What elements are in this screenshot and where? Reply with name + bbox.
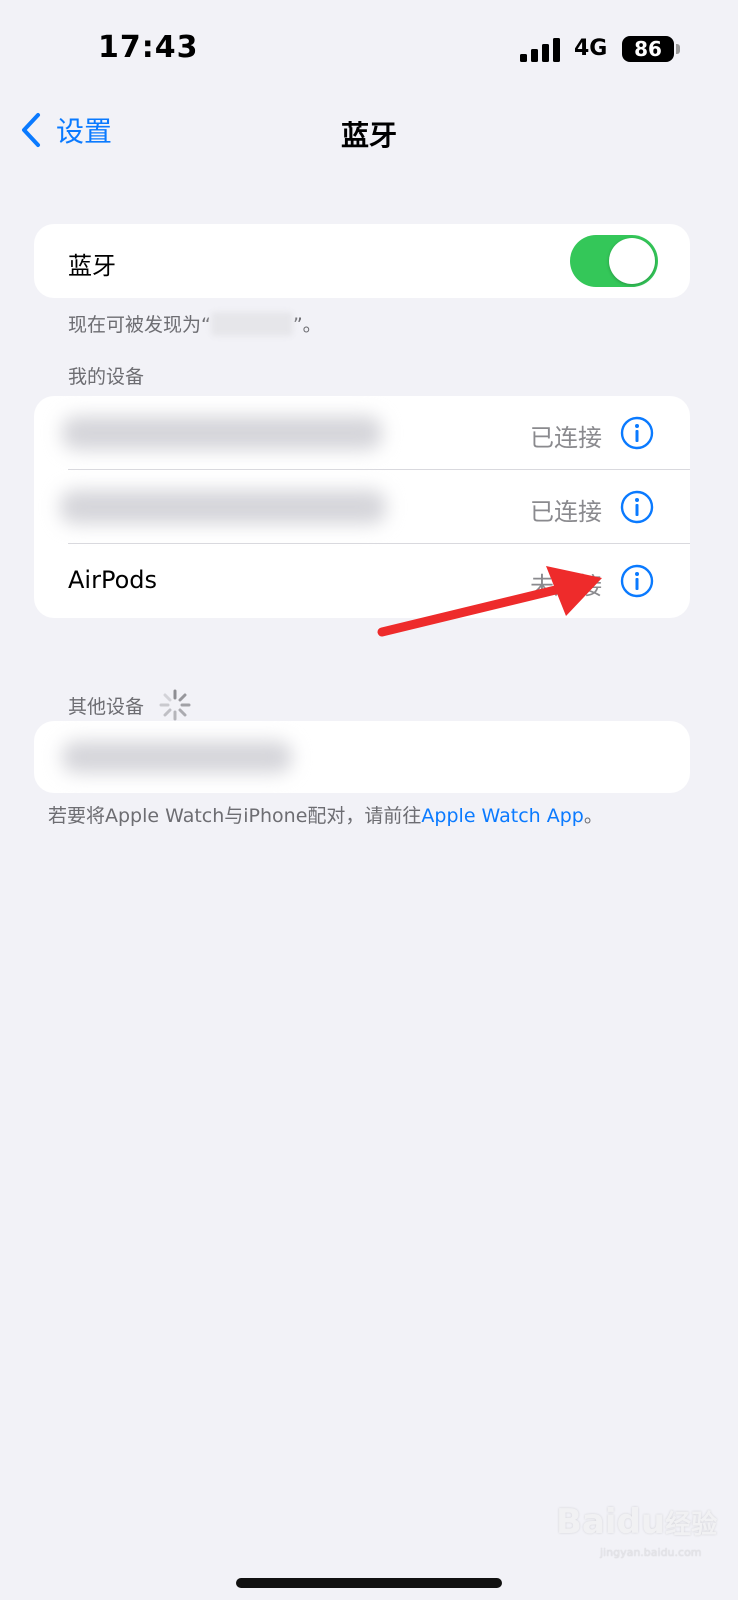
network-type: 4G xyxy=(574,36,608,61)
my-devices-header: 我的设备 xyxy=(68,366,145,388)
watermark-text2: du xyxy=(616,1502,666,1542)
battery-tip xyxy=(676,44,680,54)
footer-text: 若要将Apple Watch与iPhone配对，请前往 xyxy=(48,805,422,827)
other-devices-card xyxy=(34,721,690,793)
watermark-url: jingyan.baidu.com xyxy=(600,1546,702,1559)
device-status: 已连接 xyxy=(530,424,602,452)
cellular-signal-icon xyxy=(520,38,560,62)
device-name-redacted xyxy=(62,741,292,773)
battery-icon: 86 xyxy=(622,36,674,62)
status-time: 17:43 xyxy=(98,30,199,65)
other-devices-header: 其他设备 xyxy=(68,688,192,722)
bluetooth-toggle-card: 蓝牙 xyxy=(34,224,690,298)
watermark-text3: 经验 xyxy=(665,1510,718,1540)
info-icon[interactable] xyxy=(620,564,654,598)
bluetooth-toggle-label: 蓝牙 xyxy=(68,252,116,280)
home-indicator[interactable] xyxy=(236,1578,502,1588)
device-name-redacted xyxy=(210,311,293,336)
device-name-redacted xyxy=(60,490,386,524)
device-row[interactable]: 已连接 xyxy=(34,470,690,544)
discoverable-suffix: ”。 xyxy=(292,314,322,336)
info-icon[interactable] xyxy=(620,490,654,524)
footer-note: 若要将Apple Watch与iPhone配对，请前往Apple Watch A… xyxy=(48,801,603,828)
device-row[interactable] xyxy=(34,721,690,793)
baidu-watermark: Baidu经验 xyxy=(556,1502,717,1542)
footer-suffix: 。 xyxy=(583,805,603,827)
bluetooth-toggle[interactable] xyxy=(570,235,658,287)
discoverable-caption: 现在可被发现为“ ”。 xyxy=(68,310,322,337)
discoverable-prefix: 现在可被发现为“ xyxy=(68,314,211,336)
toggle-knob xyxy=(609,238,655,284)
battery-level: 86 xyxy=(634,37,662,61)
device-name-redacted xyxy=(62,416,382,450)
info-icon[interactable] xyxy=(620,416,654,450)
watermark-text: Bai xyxy=(556,1502,617,1542)
page-title: 蓝牙 xyxy=(340,119,397,152)
annotation-arrow xyxy=(377,566,602,637)
device-row[interactable]: 已连接 xyxy=(34,396,690,470)
loading-spinner-icon xyxy=(159,689,191,721)
other-devices-label: 其他设备 xyxy=(68,695,145,718)
device-name: AirPods xyxy=(68,566,157,594)
apple-watch-app-link[interactable]: Apple Watch App xyxy=(421,805,583,827)
device-status: 已连接 xyxy=(530,498,602,526)
